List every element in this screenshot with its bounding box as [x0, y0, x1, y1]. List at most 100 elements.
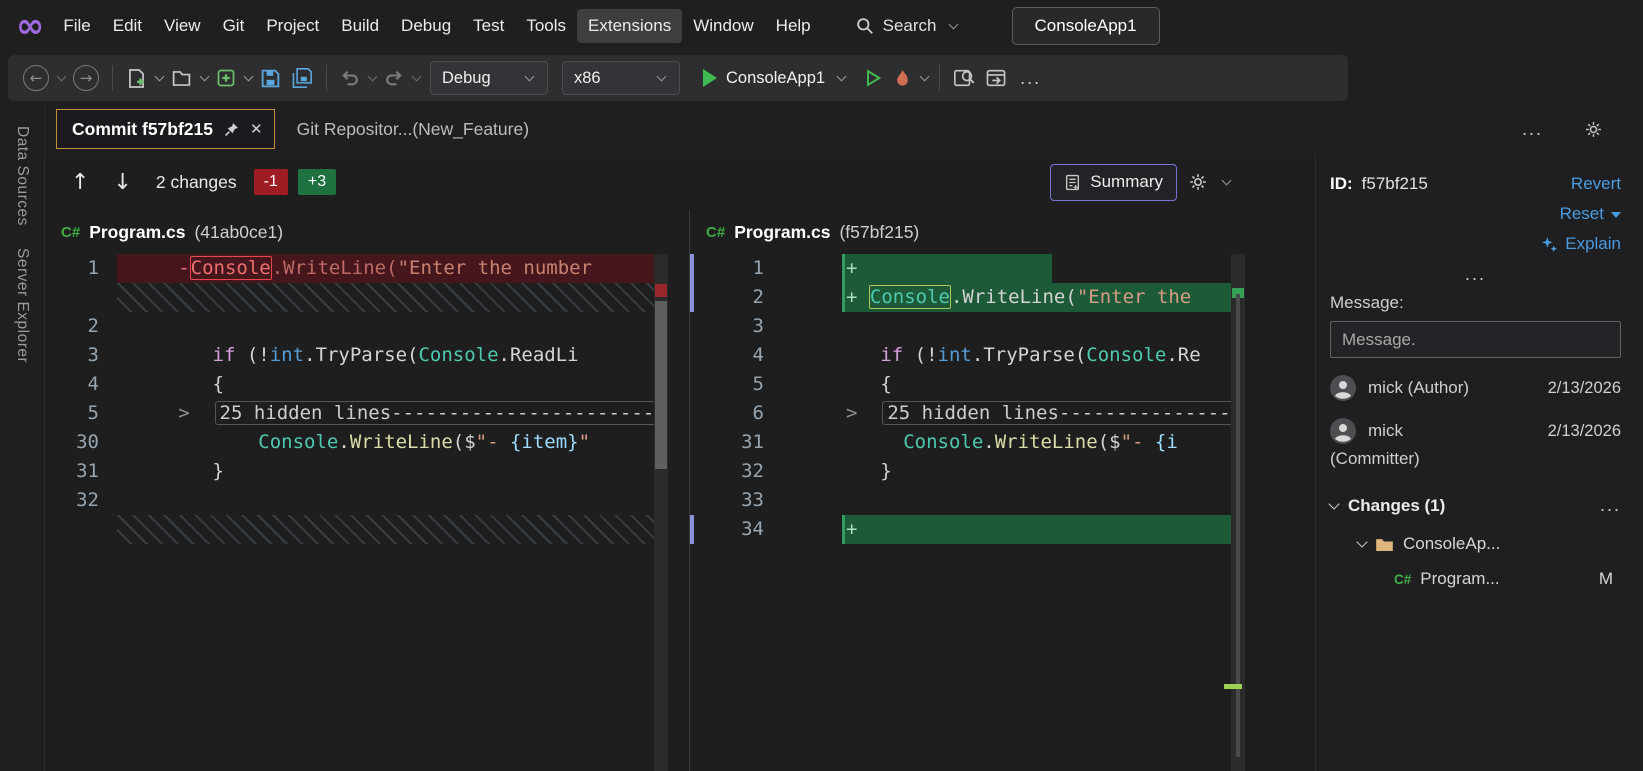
line-number — [45, 515, 117, 544]
start-debugging-button[interactable]: ConsoleApp1 — [693, 69, 858, 88]
next-change-button[interactable]: ↓ — [101, 166, 143, 199]
navigate-forward-button[interactable]: → — [68, 61, 104, 95]
reset-link[interactable]: Reset — [1560, 204, 1604, 223]
menu-view[interactable]: View — [153, 9, 212, 43]
server-explorer-tab[interactable]: Server Explorer — [13, 248, 31, 363]
hot-reload-chevron-icon[interactable] — [919, 71, 930, 82]
change-bar — [690, 515, 694, 544]
explain-link[interactable]: Explain — [1541, 234, 1621, 254]
hot-reload-button[interactable] — [888, 61, 917, 95]
redo-button[interactable] — [379, 61, 409, 95]
menu-project[interactable]: Project — [255, 9, 330, 43]
commit-ref: (f57bf215) — [839, 221, 920, 242]
back-history-chevron-icon[interactable] — [56, 71, 67, 82]
code-row: 1 -Console.WriteLine("Enter the number — [45, 254, 654, 283]
line-number: 4 — [752, 344, 764, 366]
open-file-button[interactable] — [166, 61, 197, 95]
search-chevron-icon[interactable] — [948, 19, 958, 30]
menu-test[interactable]: Test — [462, 9, 515, 43]
undo-button[interactable] — [335, 61, 365, 95]
save-button[interactable] — [255, 61, 286, 95]
diff-settings-chevron-icon[interactable] — [1221, 175, 1232, 186]
start-without-debugging-button[interactable] — [858, 61, 888, 95]
changes-section-header[interactable]: Changes (1) ... — [1328, 495, 1621, 516]
tab-label: Commit f57bf215 — [72, 118, 214, 139]
tree-file-row[interactable]: C# Program... M — [1394, 569, 1621, 589]
details-more-button[interactable]: ... — [1330, 264, 1621, 285]
menu-build[interactable]: Build — [330, 9, 390, 43]
additions-badge: +3 — [297, 169, 337, 195]
menu-edit[interactable]: Edit — [102, 9, 153, 43]
close-icon[interactable]: ✕ — [250, 120, 263, 138]
code-row: 6 > 25 hidden lines---------------- — [690, 399, 1231, 428]
find-in-files-button[interactable] — [948, 61, 980, 95]
search-label: Search — [882, 16, 937, 35]
right-code-rows[interactable]: 1 +2 + Console.WriteLine("Enter the 3 4 if (… — [690, 254, 1231, 771]
scrollbar-thumb[interactable] — [655, 301, 667, 469]
data-sources-tab[interactable]: Data Sources — [13, 126, 31, 226]
run-chevron-icon[interactable] — [836, 71, 847, 82]
redo-chevron-icon[interactable] — [411, 71, 422, 82]
commit-message-box[interactable]: Message. — [1330, 321, 1621, 358]
new-file-button[interactable] — [121, 61, 152, 95]
previous-change-button[interactable]: ↑ — [59, 166, 101, 199]
save-all-button[interactable] — [286, 61, 318, 95]
menu-extensions[interactable]: Extensions — [577, 9, 683, 43]
platform-chevron-icon — [656, 71, 667, 82]
toolbar-overflow-button[interactable]: ... — [1012, 68, 1049, 89]
code-row: 33 — [690, 486, 1231, 515]
configuration-dropdown[interactable]: Debug — [430, 61, 548, 95]
search-control[interactable]: Search — [856, 16, 960, 36]
menu-help[interactable]: Help — [765, 9, 822, 43]
left-code-rows[interactable]: 1 -Console.WriteLine("Enter the number 2 3… — [45, 254, 654, 771]
play-icon — [703, 69, 717, 87]
pin-icon[interactable] — [224, 122, 239, 137]
tab-settings-gear-icon[interactable] — [1584, 120, 1603, 139]
diff-pane-old: C# Program.cs (41ab0ce1) 1 -Console.Writ… — [45, 210, 668, 771]
code-row: 4 { — [45, 370, 654, 399]
right-scrollbar[interactable] — [1224, 254, 1245, 771]
line-number: 3 — [87, 344, 99, 366]
undo-chevron-icon[interactable] — [367, 71, 378, 82]
platform-dropdown[interactable]: x86 — [562, 61, 680, 95]
save-all-icon — [292, 68, 312, 88]
project-badge[interactable]: ConsoleApp1 — [1011, 7, 1160, 45]
diff-settings-gear-icon[interactable] — [1188, 172, 1208, 192]
line-number: 2 — [752, 286, 764, 308]
menu-debug[interactable]: Debug — [390, 9, 462, 43]
left-scrollbar[interactable] — [654, 254, 668, 771]
tab-commit[interactable]: Commit f57bf215 ✕ — [56, 109, 275, 149]
menu-git[interactable]: Git — [212, 9, 256, 43]
open-file-chevron-icon[interactable] — [199, 71, 210, 82]
line-number: 4 — [87, 373, 99, 395]
title-bar: ∞ File Edit View Git Project Build Debug Test To… — [0, 0, 1643, 52]
toolbar-separator — [939, 65, 941, 91]
committer-row: mick 2/13/2026 — [1330, 418, 1621, 444]
csharp-icon: C# — [706, 223, 726, 241]
line-number: 1 — [752, 257, 764, 279]
navigate-back-button[interactable]: ← — [18, 61, 54, 95]
toolbar-separator — [326, 65, 327, 91]
add-item-chevron-icon[interactable] — [243, 71, 254, 82]
menu-window[interactable]: Window — [682, 9, 764, 43]
changes-more-button[interactable]: ... — [1600, 495, 1621, 516]
menu-tools[interactable]: Tools — [515, 9, 577, 43]
commit-ref: (41ab0ce1) — [194, 221, 284, 242]
new-file-chevron-icon[interactable] — [154, 71, 165, 82]
editor-filler — [1245, 210, 1315, 771]
tab-overflow-button[interactable]: ... — [1514, 119, 1551, 140]
tree-folder-row[interactable]: ConsoleAp... — [1356, 534, 1621, 554]
code-row: 2 + Console.WriteLine("Enter the — [690, 283, 1231, 312]
line-number: 6 — [752, 402, 764, 424]
code-row: 34 + — [690, 515, 1231, 544]
reset-dropdown-icon[interactable] — [1611, 211, 1621, 218]
menu-file[interactable]: File — [52, 9, 101, 43]
add-item-button[interactable] — [211, 61, 241, 95]
toolbar-separator — [112, 65, 113, 91]
avatar-icon — [1330, 418, 1356, 444]
tab-git-repository[interactable]: Git Repositor...(New_Feature) — [297, 119, 529, 140]
summary-button[interactable]: Summary — [1050, 163, 1177, 201]
pop-out-window-button[interactable] — [980, 61, 1012, 95]
revert-link[interactable]: Revert — [1571, 174, 1621, 193]
find-in-files-icon — [954, 69, 975, 87]
